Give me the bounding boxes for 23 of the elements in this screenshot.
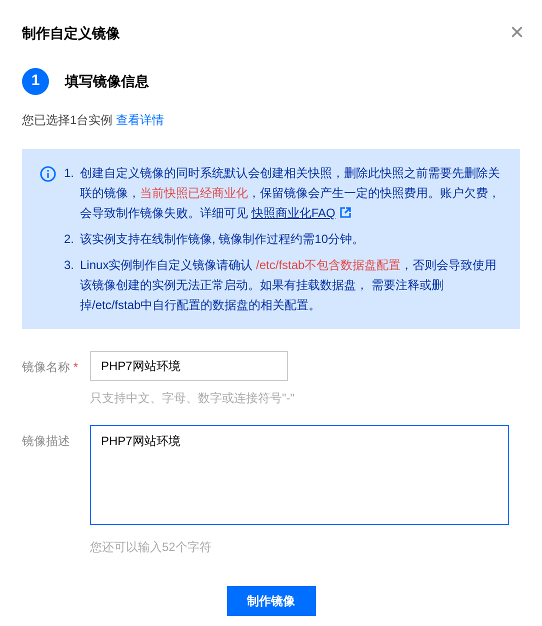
name-input[interactable]: PHP7网站环境	[90, 351, 288, 381]
notice-item: 该实例支持在线制作镜像, 镜像制作过程约需10分钟。	[80, 231, 366, 248]
item-number: 3.	[64, 257, 76, 274]
close-button[interactable]: ×	[510, 23, 524, 43]
info-icon	[40, 166, 56, 182]
description-textarea[interactable]: PHP7网站环境	[90, 425, 509, 525]
field-hint: 只支持中文、字母、数字或连接符号"-"	[90, 390, 295, 407]
notice-item: 创建自定义镜像的同时系统默认会创建相关快照，删除此快照之前需要先删除关联的镜像，当前快照已经商业化，保留镜像会产生一定的快照费用。账户欠费，会导致制作镜像失败。详细可见 快照商业化FAQ	[80, 165, 500, 222]
selection-text: 您已选择1台实例	[22, 113, 113, 127]
field-hint: 您还可以输入52个字符	[90, 539, 212, 556]
required-mark: *	[73, 360, 78, 374]
field-label: 镜像描述	[22, 434, 70, 448]
step-label: 填写镜像信息	[65, 72, 149, 91]
item-number: 2.	[64, 231, 76, 248]
dialog-title: 制作自定义镜像	[22, 24, 120, 43]
field-label: 镜像名称	[22, 360, 70, 374]
step-number: 1	[22, 68, 49, 95]
faq-link[interactable]: 快照商业化FAQ	[251, 206, 336, 220]
details-link[interactable]: 查看详情	[116, 113, 164, 127]
external-link-icon[interactable]	[340, 207, 352, 218]
submit-button[interactable]: 制作镜像	[226, 586, 316, 616]
item-number: 1.	[64, 165, 76, 182]
notice-item: Linux实例制作自定义镜像请确认 /etc/fstab不包含数据盘配置，否则会导致使用该镜像创建的实例无法正常启动。如果有挂载数据盘， 需要注释或删掉/etc/fstab中自行配置的数据盘的相关配置。	[80, 257, 498, 314]
